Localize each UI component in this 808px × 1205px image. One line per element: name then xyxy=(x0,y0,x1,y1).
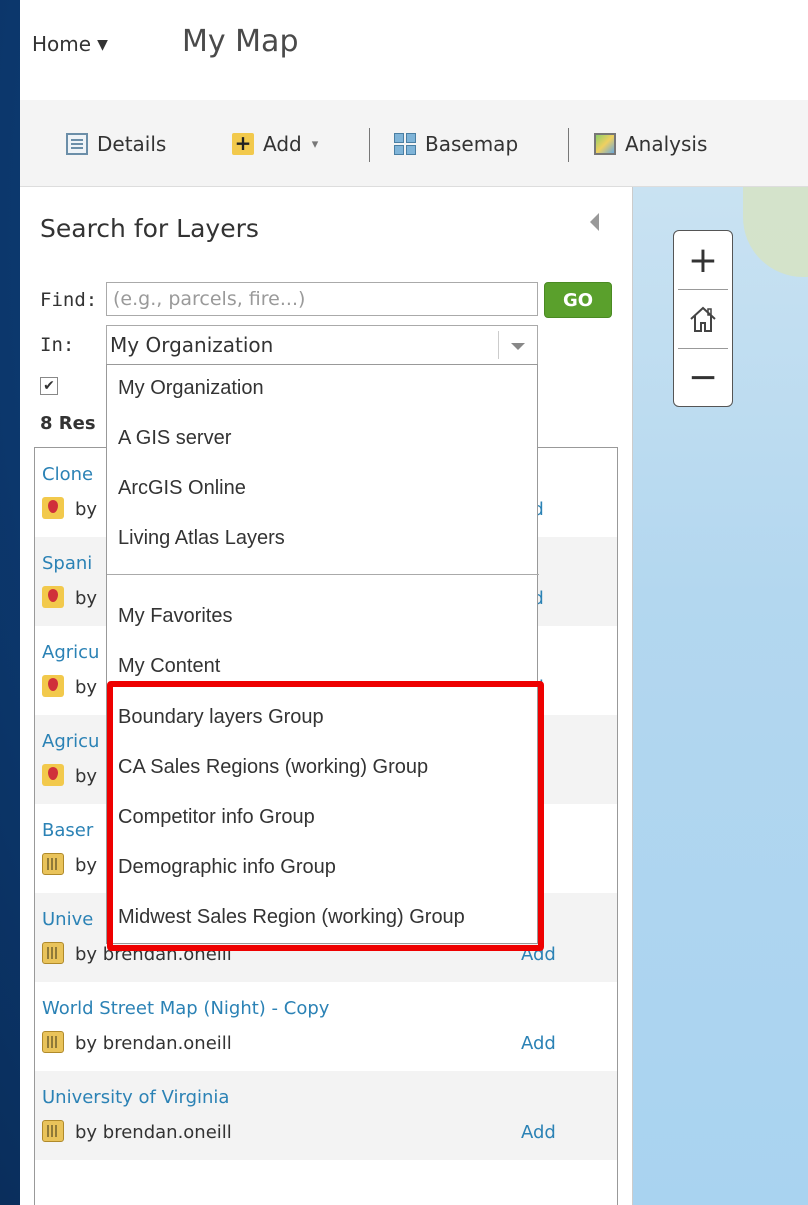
result-title-link[interactable]: Unive xyxy=(42,909,93,930)
result-title-link[interactable]: Spani xyxy=(42,553,92,574)
basemap-label: Basemap xyxy=(425,132,519,156)
add-label: Add xyxy=(263,132,302,156)
feature-layer-icon xyxy=(42,764,64,786)
dropdown-option[interactable]: CA Sales Regions (working) Group xyxy=(118,756,428,779)
find-label: Find: xyxy=(40,289,98,311)
details-icon xyxy=(66,133,88,155)
basemap-button[interactable]: Basemap xyxy=(394,130,518,158)
result-title-link[interactable]: University of Virginia xyxy=(42,1087,229,1108)
add-layer-link[interactable]: Add xyxy=(521,1122,556,1143)
search-layers-panel: Search for Layers Find: GO In: My Organi… xyxy=(20,187,633,1205)
result-owner: by xyxy=(75,499,98,520)
results-count: 8 Res xyxy=(40,413,96,434)
dropdown-option[interactable]: Midwest Sales Region (working) Group xyxy=(118,906,465,929)
in-label: In: xyxy=(40,334,75,356)
map-service-icon xyxy=(42,942,64,964)
details-button[interactable]: Details xyxy=(66,130,166,158)
dropdown-option[interactable]: Boundary layers Group xyxy=(118,706,324,729)
dropdown-option[interactable]: A GIS server xyxy=(118,427,231,450)
toolbar: Details + Add ▾ Basemap Analysis xyxy=(20,100,808,187)
basemap-icon xyxy=(394,133,416,155)
toolbar-divider xyxy=(568,128,569,162)
map-service-icon xyxy=(42,853,64,875)
land-area xyxy=(743,187,808,277)
map-view[interactable]: + − xyxy=(633,187,808,1205)
zoom-control: + − xyxy=(673,230,733,407)
details-label: Details xyxy=(97,132,167,156)
add-layer-link[interactable]: Add xyxy=(521,944,556,965)
zoom-out-button[interactable]: − xyxy=(674,348,732,406)
search-scope-dropdown: My Organization A GIS server ArcGIS Onli… xyxy=(106,364,539,944)
analysis-button[interactable]: Analysis xyxy=(594,130,707,158)
dropdown-option[interactable]: My Favorites xyxy=(118,605,232,628)
in-select-value: My Organization xyxy=(110,333,274,357)
dropdown-option[interactable]: My Organization xyxy=(118,377,264,400)
dropdown-option[interactable]: Living Atlas Layers xyxy=(118,527,285,550)
result-title-link[interactable]: Agricu xyxy=(42,642,99,663)
result-title-link[interactable]: World Street Map (Night) - Copy xyxy=(42,998,329,1019)
home-label[interactable]: Home xyxy=(32,32,91,56)
analysis-icon xyxy=(594,133,616,155)
dropdown-option[interactable]: My Content xyxy=(118,655,220,678)
list-item: World Street Map (Night) - Copy by brend… xyxy=(35,982,617,1071)
dropdown-option[interactable]: Competitor info Group xyxy=(118,806,315,829)
filter-checkbox[interactable]: ✔ xyxy=(40,377,58,395)
feature-layer-icon xyxy=(42,586,64,608)
collapse-panel-icon[interactable] xyxy=(590,213,599,231)
feature-layer-icon xyxy=(42,675,64,697)
result-owner: by xyxy=(75,855,98,876)
analysis-label: Analysis xyxy=(625,132,708,156)
result-owner: by brendan.oneill xyxy=(75,1033,232,1054)
home-extent-button[interactable] xyxy=(674,290,732,348)
map-service-icon xyxy=(42,1120,64,1142)
result-owner: by xyxy=(75,766,98,787)
map-title: My Map xyxy=(182,24,299,59)
dropdown-option[interactable]: Demographic info Group xyxy=(118,856,336,879)
result-owner: by xyxy=(75,677,98,698)
header-bar: Home ▼ My Map xyxy=(20,0,808,100)
toolbar-divider xyxy=(369,128,370,162)
result-owner: by xyxy=(75,588,98,609)
find-input[interactable] xyxy=(106,282,538,316)
list-item: University of Virginia by brendan.oneill… xyxy=(35,1071,617,1160)
result-owner: by brendan.oneill xyxy=(75,944,232,965)
result-title-link[interactable]: Baser xyxy=(42,820,93,841)
add-dropdown-icon: ▾ xyxy=(311,136,319,152)
result-title-link[interactable]: Agricu xyxy=(42,731,99,752)
home-icon xyxy=(690,306,716,332)
add-button[interactable]: + Add ▾ xyxy=(232,130,318,158)
app-window: Home ▼ My Map Details + Add ▾ Basemap Ana… xyxy=(20,0,808,1205)
feature-layer-icon xyxy=(42,497,64,519)
in-select[interactable]: My Organization xyxy=(106,325,538,365)
dropdown-divider xyxy=(107,574,539,575)
home-caret-icon[interactable]: ▼ xyxy=(97,37,108,53)
home-menu[interactable]: Home ▼ xyxy=(32,32,108,56)
add-layer-link[interactable]: Add xyxy=(521,1033,556,1054)
result-title-link[interactable]: Clone xyxy=(42,464,93,485)
chevron-down-icon[interactable] xyxy=(498,331,537,359)
go-button[interactable]: GO xyxy=(544,282,612,318)
map-service-icon xyxy=(42,1031,64,1053)
result-owner: by brendan.oneill xyxy=(75,1122,232,1143)
zoom-in-button[interactable]: + xyxy=(674,231,732,289)
dropdown-option[interactable]: ArcGIS Online xyxy=(118,477,246,500)
add-icon: + xyxy=(232,133,254,155)
panel-title: Search for Layers xyxy=(40,214,259,243)
